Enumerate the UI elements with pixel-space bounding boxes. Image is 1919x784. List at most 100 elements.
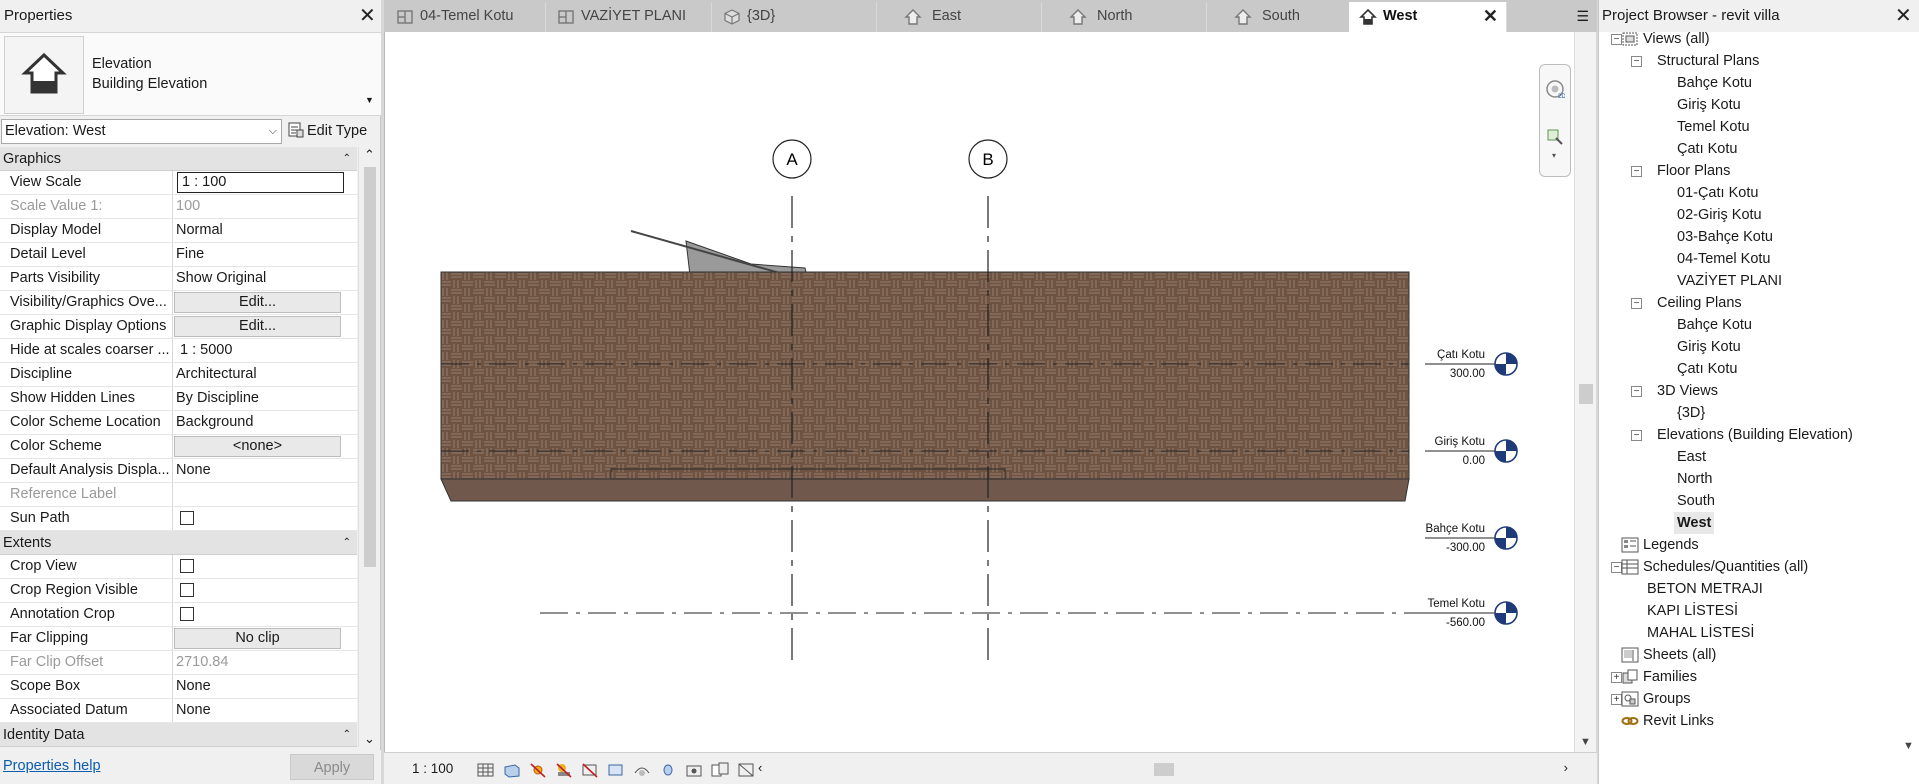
nav-dropdown-icon[interactable]: ▾ (1552, 151, 1556, 160)
browser-node[interactable]: West (1599, 512, 1899, 534)
browser-node[interactable]: North (1599, 468, 1899, 490)
prop-value[interactable]: Background (173, 411, 357, 434)
view-instance-selector[interactable]: Elevation: West ⌵ (1, 119, 282, 144)
scroll-up-icon[interactable]: ⌃ (364, 147, 375, 163)
collapse-icon[interactable]: ⌃ (343, 723, 351, 747)
prop-value[interactable]: Normal (173, 219, 357, 242)
view-scale-control[interactable]: 1 : 100 (412, 761, 453, 776)
close-browser-icon[interactable]: ✕ (1895, 6, 1912, 26)
building-wall-mass[interactable] (440, 271, 1410, 480)
prop-parts-visibility[interactable]: Parts Visibility Show Original (0, 267, 357, 291)
browser-node[interactable]: 02-Giriş Kotu (1599, 204, 1899, 226)
prop-visibility-graphics[interactable]: Visibility/Graphics Ove... Edit... (0, 291, 357, 315)
prop-color-scheme-location[interactable]: Color Scheme Location Background (0, 411, 357, 435)
browser-node[interactable]: 01-Çatı Kotu (1599, 182, 1899, 204)
browser-node[interactable]: KAPI LİSTESİ (1599, 600, 1899, 622)
type-dropdown-icon[interactable]: ▼ (365, 95, 374, 105)
browser-node[interactable]: − Structural Plans (1599, 50, 1899, 72)
prop-associated-datum[interactable]: Associated Datum None (0, 699, 357, 723)
browser-node[interactable]: − Ceiling Plans (1599, 292, 1899, 314)
prop-hide-at-scales[interactable]: Hide at scales coarser ... 1 : 5000 (0, 339, 357, 363)
edit-type-button[interactable]: Edit Type (288, 119, 367, 144)
visibility-graphics-edit-button[interactable]: Edit... (174, 292, 341, 313)
tab-west[interactable]: West ✕ (1349, 2, 1507, 32)
prop-value[interactable]: None (173, 699, 357, 722)
prop-value[interactable]: 1 : 5000 (173, 339, 357, 362)
group-extents[interactable]: Extents ⌃ (0, 531, 357, 555)
prop-value[interactable]: None (173, 675, 357, 698)
navigation-bar[interactable]: 2D ▾ (1539, 64, 1571, 177)
prop-discipline[interactable]: Discipline Architectural (0, 363, 357, 387)
tab-east[interactable]: East (878, 2, 1042, 32)
prop-sun-path[interactable]: Sun Path (0, 507, 357, 531)
browser-node[interactable]: 04-Temel Kotu (1599, 248, 1899, 270)
browser-node[interactable]: − Elevations (Building Elevation) (1599, 424, 1899, 446)
group-identity-data[interactable]: Identity Data ⌃ (0, 723, 357, 747)
crop-region-checkbox[interactable] (180, 583, 194, 597)
tab-04-temel-kotu[interactable]: 04-Temel Kotu (386, 2, 546, 32)
scroll-right-icon[interactable]: › (1564, 760, 1568, 775)
browser-node[interactable]: − 3D Views (1599, 380, 1899, 402)
tab-north[interactable]: North (1043, 2, 1207, 32)
reveal-hidden-icon[interactable] (684, 761, 704, 779)
collapse-icon[interactable]: ⌃ (343, 147, 351, 171)
elevation-drawing[interactable]: A B Çatı Kotu 300.00 Giriş Kotu 0.00 Bah… (385, 32, 1575, 752)
prop-color-scheme[interactable]: Color Scheme <none> (0, 435, 357, 459)
browser-node[interactable]: Revit Links (1599, 710, 1899, 732)
browser-node[interactable]: − Floor Plans (1599, 160, 1899, 182)
prop-display-model[interactable]: Display Model Normal (0, 219, 357, 243)
show-crop-region-icon[interactable] (606, 761, 626, 779)
properties-scrollbar[interactable]: ⌃ ⌄ (358, 147, 380, 747)
prop-value[interactable]: By Discipline (173, 387, 357, 410)
prop-view-scale[interactable]: View Scale 1 : 100 (0, 171, 357, 195)
apply-button[interactable]: Apply (290, 754, 374, 780)
browser-node[interactable]: Temel Kotu (1599, 116, 1899, 138)
browser-node[interactable]: East (1599, 446, 1899, 468)
prop-detail-level[interactable]: Detail Level Fine (0, 243, 357, 267)
detail-level-icon[interactable] (476, 761, 496, 779)
scroll-down-icon[interactable]: ▼ (1580, 736, 1591, 748)
show-analytical-model-icon[interactable] (736, 761, 756, 779)
canvas-horizontal-scrollbar[interactable]: ‹ › (754, 760, 1572, 778)
prop-far-clipping[interactable]: Far Clipping No clip (0, 627, 357, 651)
scroll-left-icon[interactable]: ‹ (758, 760, 762, 775)
drawing-area[interactable]: A B Çatı Kotu 300.00 Giriş Kotu 0.00 Bah… (384, 32, 1574, 752)
visual-style-icon[interactable] (502, 761, 522, 779)
browser-node[interactable]: 03-Bahçe Kotu (1599, 226, 1899, 248)
browser-node[interactable]: South (1599, 490, 1899, 512)
close-properties-icon[interactable]: ✕ (359, 6, 376, 26)
prop-show-hidden-lines[interactable]: Show Hidden Lines By Discipline (0, 387, 357, 411)
browser-node[interactable]: − Views (all) (1599, 28, 1899, 50)
graphic-display-edit-button[interactable]: Edit... (174, 316, 341, 337)
browser-node[interactable]: Legends (1599, 534, 1899, 556)
zoom-region-icon[interactable] (1545, 127, 1565, 147)
scroll-down-icon[interactable]: ▼ (1903, 740, 1914, 752)
far-clipping-button[interactable]: No clip (174, 628, 341, 649)
scroll-thumb[interactable] (364, 167, 376, 567)
grid-head-b[interactable]: B (968, 139, 1008, 179)
collapse-toggle-icon[interactable]: − (1631, 298, 1642, 309)
close-tab-icon[interactable]: ✕ (1483, 6, 1498, 26)
prop-value[interactable]: Architectural (173, 363, 357, 386)
collapse-toggle-icon[interactable]: − (1631, 430, 1642, 441)
browser-node[interactable]: Bahçe Kotu (1599, 314, 1899, 336)
browser-node[interactable]: {3D} (1599, 402, 1899, 424)
browser-node[interactable]: Bahçe Kotu (1599, 72, 1899, 94)
browser-node[interactable]: VAZİYET PLANI (1599, 270, 1899, 292)
group-graphics[interactable]: Graphics ⌃ (0, 147, 357, 171)
tab-list-dropdown-icon[interactable]: ☰ (1576, 2, 1589, 30)
prop-crop-view[interactable]: Crop View (0, 555, 357, 579)
prop-annotation-crop[interactable]: Annotation Crop (0, 603, 357, 627)
view-scale-input[interactable]: 1 : 100 (177, 172, 344, 193)
collapse-toggle-icon[interactable]: − (1631, 166, 1642, 177)
scroll-down-icon[interactable]: ⌄ (364, 731, 375, 747)
crop-view-icon[interactable] (580, 761, 600, 779)
browser-node[interactable]: − Schedules/Quantities (all) (1599, 556, 1899, 578)
temporary-hide-icon[interactable] (658, 761, 678, 779)
prop-value[interactable]: Show Original (173, 267, 357, 290)
shadows-icon[interactable] (554, 761, 574, 779)
browser-node[interactable]: MAHAL LİSTESİ (1599, 622, 1899, 644)
properties-help-link[interactable]: Properties help (3, 758, 101, 774)
scroll-thumb[interactable] (1154, 763, 1174, 776)
crop-view-checkbox[interactable] (180, 559, 194, 573)
